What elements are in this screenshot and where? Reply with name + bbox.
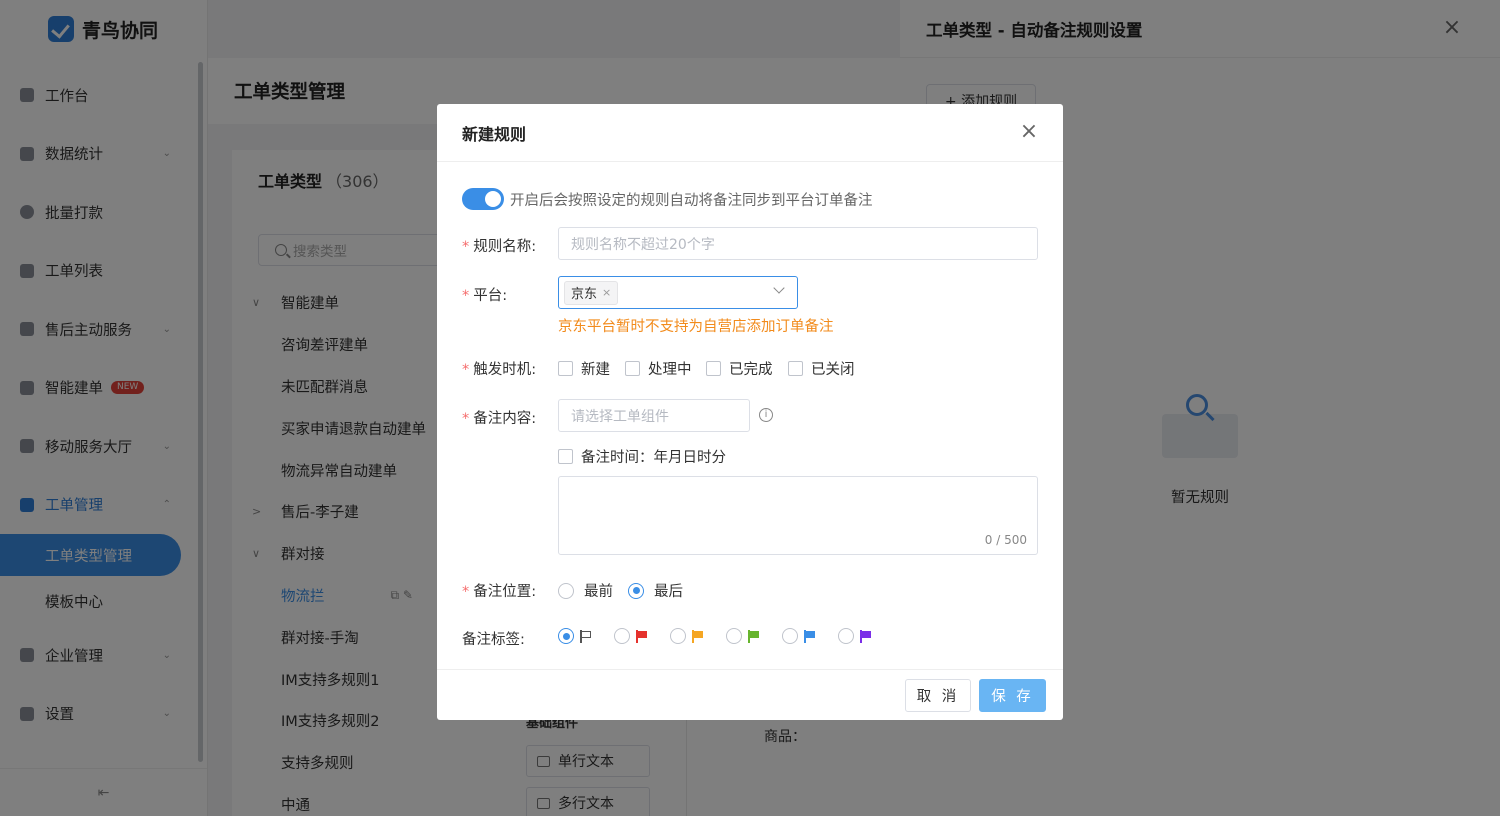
- checkbox-box: [706, 361, 721, 376]
- checkbox-label: 处理中: [648, 362, 692, 378]
- modal-close-icon[interactable]: ×: [1017, 120, 1041, 144]
- platform-label-text: 平台:: [473, 288, 508, 304]
- blue-flag-icon: [803, 629, 815, 643]
- flag-cloth: [581, 630, 591, 638]
- platform-tag: 京东 ×: [564, 280, 619, 305]
- chevron-down-icon: [773, 282, 785, 294]
- radio-circle: [558, 582, 574, 599]
- checkbox-box: [788, 361, 803, 376]
- green-flag-icon: [747, 629, 759, 643]
- tag-option-red-flag[interactable]: [614, 628, 670, 644]
- required-mark: *: [462, 288, 470, 304]
- checkbox-box: [558, 449, 573, 464]
- position-last-radio[interactable]: 最后: [628, 580, 683, 601]
- trigger-label: * 触发时机:: [462, 358, 536, 379]
- radio-circle: [782, 628, 798, 644]
- cancel-button[interactable]: 取 消: [905, 679, 971, 712]
- platform-warning: 京东平台暂时不支持为自营店添加订单备注: [558, 319, 834, 335]
- purple-flag-icon: [859, 629, 871, 643]
- checkbox-label: 已关闭: [811, 362, 855, 378]
- platform-select[interactable]: 京东 ×: [558, 276, 798, 309]
- tag-option-green-flag[interactable]: [726, 628, 782, 644]
- required-mark: *: [462, 239, 470, 255]
- note-time-checkbox[interactable]: 备注时间：年月日时分: [558, 446, 726, 467]
- modal-footer: 取 消 保 存: [437, 669, 1063, 720]
- platform-label: * 平台:: [462, 284, 507, 305]
- required-mark: *: [462, 362, 470, 378]
- char-counter: 0 / 500: [984, 533, 1027, 547]
- rule-name-input[interactable]: 规则名称不超过20个字: [558, 227, 1038, 260]
- flag-cloth: [861, 630, 871, 638]
- sync-toggle-switch[interactable]: [462, 188, 504, 210]
- radio-label: 最前: [584, 584, 613, 600]
- orange-flag-icon: [691, 629, 703, 643]
- radio-circle: [670, 628, 686, 644]
- no-flag-icon: [579, 629, 591, 643]
- new-rule-modal: 新建规则 × 开启后会按照设定的规则自动将备注同步到平台订单备注 * 规则名称: …: [437, 104, 1063, 720]
- trigger-completed-checkbox[interactable]: 已完成: [706, 358, 773, 379]
- trigger-closed-checkbox[interactable]: 已关闭: [788, 358, 855, 379]
- red-flag-icon: [635, 629, 647, 643]
- note-content-textarea[interactable]: 0 / 500: [558, 476, 1038, 555]
- radio-circle: [558, 628, 574, 644]
- save-button[interactable]: 保 存: [979, 679, 1046, 712]
- content-label-text: 备注内容:: [473, 411, 537, 427]
- tag-remove-icon[interactable]: ×: [602, 286, 611, 299]
- flag-cloth: [637, 630, 647, 638]
- rule-name-label: * 规则名称:: [462, 235, 536, 256]
- tag-option-no-flag[interactable]: [558, 628, 614, 644]
- content-label: * 备注内容:: [462, 407, 536, 428]
- tag-option-blue-flag[interactable]: [782, 628, 838, 644]
- radio-label: 最后: [654, 584, 683, 600]
- position-label-text: 备注位置:: [473, 584, 537, 600]
- flag-options: [558, 628, 894, 644]
- trigger-label-text: 触发时机:: [473, 362, 537, 378]
- radio-circle: [628, 582, 644, 599]
- checkbox-box: [625, 361, 640, 376]
- radio-circle: [838, 628, 854, 644]
- flag-cloth: [693, 630, 703, 638]
- required-mark: *: [462, 584, 470, 600]
- modal-title: 新建规则: [437, 104, 1063, 162]
- trigger-processing-checkbox[interactable]: 处理中: [625, 358, 692, 379]
- rule-name-placeholder: 规则名称不超过20个字: [571, 236, 715, 253]
- position-first-radio[interactable]: 最前: [558, 580, 613, 601]
- trigger-new-checkbox[interactable]: 新建: [558, 358, 610, 379]
- content-component-select[interactable]: 请选择工单组件: [558, 399, 750, 432]
- tag-option-orange-flag[interactable]: [670, 628, 726, 644]
- radio-circle: [614, 628, 630, 644]
- content-placeholder: 请选择工单组件: [571, 408, 669, 425]
- rule-name-label-text: 规则名称:: [473, 239, 537, 255]
- checkbox-label: 已完成: [729, 362, 773, 378]
- checkbox-box: [558, 361, 573, 376]
- info-icon[interactable]: i: [759, 408, 773, 422]
- tag-label: 备注标签:: [462, 632, 525, 648]
- flag-cloth: [805, 630, 815, 638]
- platform-tag-label: 京东: [571, 287, 598, 302]
- radio-circle: [726, 628, 742, 644]
- toggle-description: 开启后会按照设定的规则自动将备注同步到平台订单备注: [510, 193, 873, 209]
- checkbox-label: 备注时间：年月日时分: [581, 450, 726, 466]
- tag-option-purple-flag[interactable]: [838, 628, 894, 644]
- required-mark: *: [462, 411, 470, 427]
- position-label: * 备注位置:: [462, 580, 536, 601]
- flag-cloth: [749, 630, 759, 638]
- checkbox-label: 新建: [581, 362, 610, 378]
